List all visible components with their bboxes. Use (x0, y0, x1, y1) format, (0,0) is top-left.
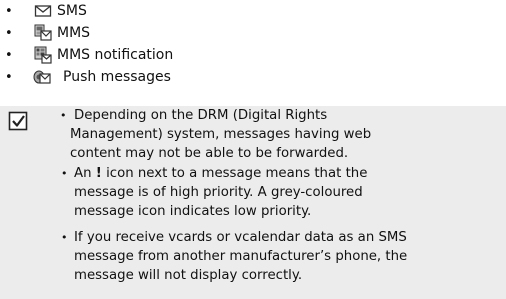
note-line: message will not display correctly. (74, 268, 303, 283)
list-item-label: SMS (57, 3, 87, 19)
bullet: • (61, 167, 68, 180)
bullet: • (61, 231, 68, 244)
note-line: message from another manufacturer’s phon… (74, 249, 408, 264)
bullet: • (5, 3, 13, 19)
list-item-label: MMS notification (57, 47, 174, 63)
note-item: • If you receive vcards or vcalendar dat… (61, 228, 506, 288)
checkbox-icon (8, 111, 28, 131)
list-item-label: MMS (57, 25, 91, 41)
note-line-prefix: An (74, 166, 96, 181)
list-item-label: Push messages (63, 69, 171, 85)
push-message-icon (33, 70, 51, 84)
bullet: • (5, 25, 13, 41)
bullet: • (5, 69, 13, 85)
bullet: • (5, 47, 13, 63)
note-box: • Depending on the DRM (Digital Rights M… (0, 106, 506, 299)
note-line: content may not be able to be forwarded. (70, 146, 349, 161)
mms-notification-icon (34, 46, 52, 64)
note-item: • An ! icon next to a message means that… (61, 164, 501, 224)
note-line: message is of high priority. A grey-colo… (74, 185, 363, 200)
note-item: • Depending on the DRM (Digital Rights M… (60, 106, 500, 166)
mms-icon (34, 24, 52, 41)
note-line: Depending on the DRM (Digital Rights (74, 108, 328, 123)
note-line: An ! icon next to a message means that t… (74, 164, 367, 183)
note-line: If you receive vcards or vcalendar data … (74, 230, 407, 245)
note-line: Management) system, messages having web (70, 127, 372, 142)
note-line-suffix: icon next to a message means that the (101, 166, 368, 181)
envelope-icon (34, 5, 52, 17)
bullet: • (60, 109, 67, 122)
note-line: message icon indicates low priority. (74, 204, 312, 219)
